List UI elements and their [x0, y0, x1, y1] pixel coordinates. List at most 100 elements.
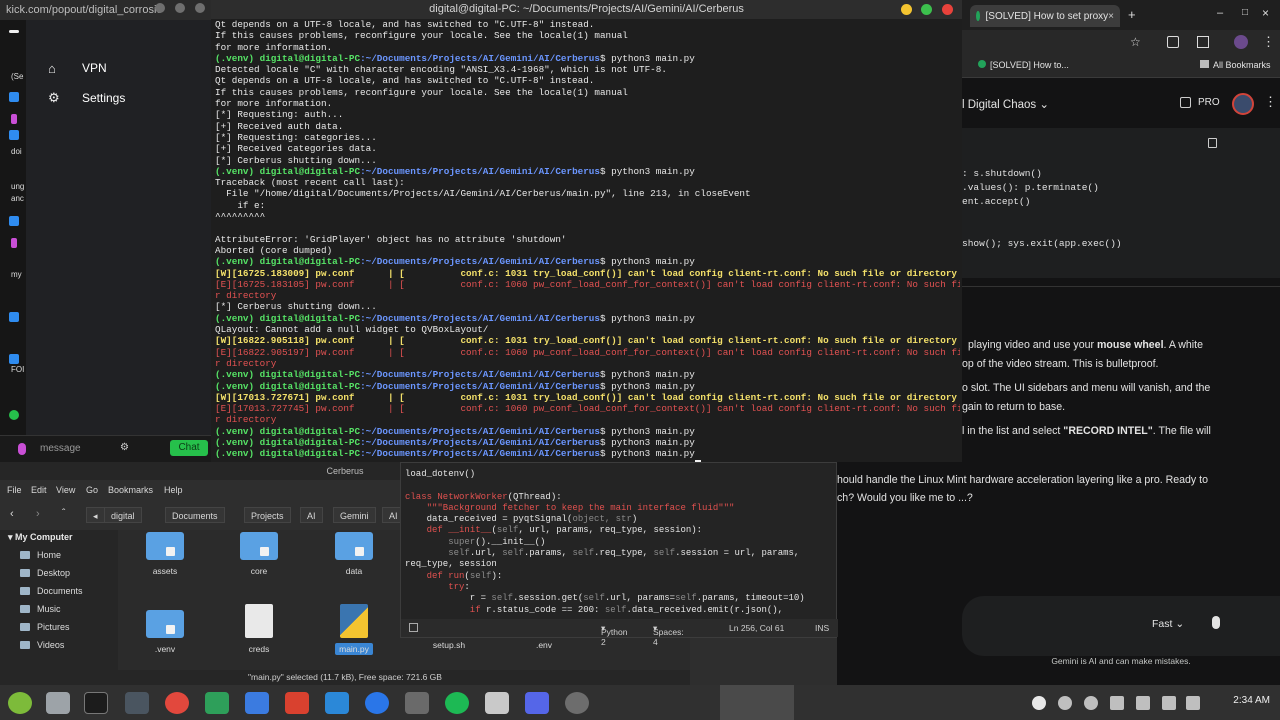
close-icon[interactable] [195, 3, 205, 13]
breadcrumb-toggle[interactable]: ◂ [86, 507, 105, 523]
app-icon[interactable] [525, 692, 549, 714]
star-icon[interactable]: ☆ [1130, 35, 1141, 49]
new-tab-icon[interactable]: + [1128, 7, 1136, 22]
app-icon[interactable] [9, 92, 19, 102]
notes-icon[interactable] [485, 692, 509, 714]
mic-icon[interactable] [18, 443, 26, 455]
terminal-window[interactable]: digital@digital-PC: ~/Documents/Projects… [211, 0, 962, 462]
model-selector[interactable]: Fast ⌄ [1152, 618, 1184, 630]
battery-icon[interactable] [1186, 696, 1200, 710]
maximize-icon[interactable] [921, 4, 932, 15]
chat-input[interactable]: message [40, 443, 81, 454]
app-icon[interactable] [9, 312, 19, 322]
file-item[interactable]: .env [514, 640, 574, 650]
menu-go[interactable]: Go [86, 485, 98, 495]
all-bookmarks[interactable]: All Bookmarks [1200, 60, 1271, 70]
minimize-icon[interactable]: – [1217, 7, 1223, 19]
volume-icon[interactable] [1136, 696, 1150, 710]
app-icon[interactable] [9, 354, 19, 364]
gear-icon[interactable]: ⚙ [120, 442, 129, 453]
editor-code[interactable]: load_dotenv() class NetworkWorker(QThread… [405, 469, 835, 617]
terminal-output[interactable]: Qt depends on a UTF-8 locale, and has sw… [215, 19, 960, 462]
terminal-icon[interactable] [84, 692, 108, 714]
minimize-icon[interactable] [901, 4, 912, 15]
file-item-selected[interactable]: main.py [324, 604, 384, 655]
indent-selector[interactable]: Spaces: 4 ▾ [653, 623, 684, 647]
avatar[interactable] [1234, 35, 1248, 49]
close-icon[interactable]: × [1262, 6, 1269, 20]
chat-app-icon[interactable] [205, 692, 229, 714]
forward-icon[interactable]: › [36, 508, 40, 520]
menu-help[interactable]: Help [164, 485, 183, 495]
breadcrumb-digital[interactable]: digital [104, 507, 142, 523]
maximize-icon[interactable]: □ [1242, 7, 1248, 18]
menu-edit[interactable]: Edit [31, 485, 47, 495]
breadcrumb-ai[interactable]: AI [300, 507, 323, 523]
spotify-icon[interactable] [445, 692, 469, 714]
back-icon[interactable]: ‹ [10, 508, 14, 520]
up-icon[interactable]: ˆ [62, 508, 65, 519]
terminal-titlebar[interactable]: digital@digital-PC: ~/Documents/Projects… [211, 0, 962, 19]
sidebar-header[interactable]: ▾ My Computer [8, 532, 73, 543]
prompt-input[interactable]: Fast ⌄ [962, 596, 1280, 656]
tray-icon[interactable] [1032, 696, 1046, 710]
menu-item-vpn[interactable]: ⌂ VPN [48, 56, 107, 80]
more-icon[interactable]: ⋮ [1262, 34, 1275, 50]
file-item[interactable]: core [229, 532, 289, 576]
menu-icon[interactable] [8, 692, 32, 714]
breadcrumb-documents[interactable]: Documents [165, 507, 225, 523]
copy-icon[interactable] [1208, 138, 1217, 148]
file-item[interactable]: setup.sh [419, 640, 479, 650]
window-preview[interactable] [720, 685, 794, 720]
menu-item-settings[interactable]: ⚙ Settings [48, 86, 125, 110]
menu-bookmarks[interactable]: Bookmarks [108, 485, 153, 495]
extensions-icon[interactable] [1167, 36, 1179, 48]
sidebar-item-videos[interactable]: Videos [20, 640, 64, 650]
app-icon[interactable] [245, 692, 269, 714]
tray-icon[interactable] [1110, 696, 1124, 710]
sidebar-item-documents[interactable]: Documents [20, 586, 83, 596]
file-item[interactable]: .venv [135, 604, 195, 654]
app-icon[interactable] [565, 692, 589, 714]
app-icon[interactable] [405, 692, 429, 714]
menu-file[interactable]: File [7, 485, 22, 495]
mic-icon[interactable] [1212, 616, 1220, 629]
more-icon[interactable]: ⋮ [1264, 94, 1277, 110]
sidebar-item-home[interactable]: Home [20, 550, 61, 560]
sidebar-item-pictures[interactable]: Pictures [20, 622, 70, 632]
clock[interactable]: 2:34 AM [1233, 695, 1270, 706]
menu-view[interactable]: View [56, 485, 75, 495]
sidebar-item-music[interactable]: Music [20, 604, 61, 614]
screenshot-icon[interactable] [1197, 36, 1209, 48]
chat-button[interactable]: Chat [170, 440, 208, 456]
file-item[interactable]: assets [135, 532, 195, 576]
file-item[interactable]: creds [229, 604, 289, 654]
file-item[interactable]: data [324, 532, 384, 576]
network-icon[interactable] [1162, 696, 1176, 710]
maximize-icon[interactable] [175, 3, 185, 13]
chrome-icon[interactable] [165, 692, 189, 714]
language-selector[interactable]: Python 2 ▾ [601, 623, 627, 647]
sidebar-toggle-icon[interactable] [409, 623, 418, 632]
chrome-tab[interactable]: [SOLVED] How to set proxy × [970, 5, 1120, 27]
tray-icon[interactable] [1058, 696, 1072, 710]
messenger-icon[interactable] [365, 692, 389, 714]
breadcrumb-gemini[interactable]: Gemini [333, 507, 376, 523]
app-icon[interactable] [9, 216, 19, 226]
share-icon[interactable] [1180, 97, 1191, 108]
app-icon[interactable] [325, 692, 349, 714]
app-icon[interactable] [9, 130, 19, 140]
monitor-icon[interactable] [125, 692, 149, 714]
mic-icon[interactable] [11, 114, 17, 124]
minimize-icon[interactable] [155, 3, 165, 13]
tray-icon[interactable] [1084, 696, 1098, 710]
gmail-icon[interactable] [285, 692, 309, 714]
mic-icon[interactable] [11, 238, 17, 248]
sidebar-item-desktop[interactable]: Desktop [20, 568, 70, 578]
bookmark-item[interactable]: [SOLVED] How to... [978, 60, 1069, 70]
text-editor-window[interactable]: load_dotenv() class NetworkWorker(QThread… [400, 462, 838, 647]
menu-icon[interactable] [9, 30, 19, 33]
avatar[interactable] [1232, 93, 1254, 115]
popout-titlebar[interactable]: kick.com/popout/digital_corrosio [0, 0, 215, 20]
close-tab-icon[interactable]: × [1108, 11, 1114, 22]
